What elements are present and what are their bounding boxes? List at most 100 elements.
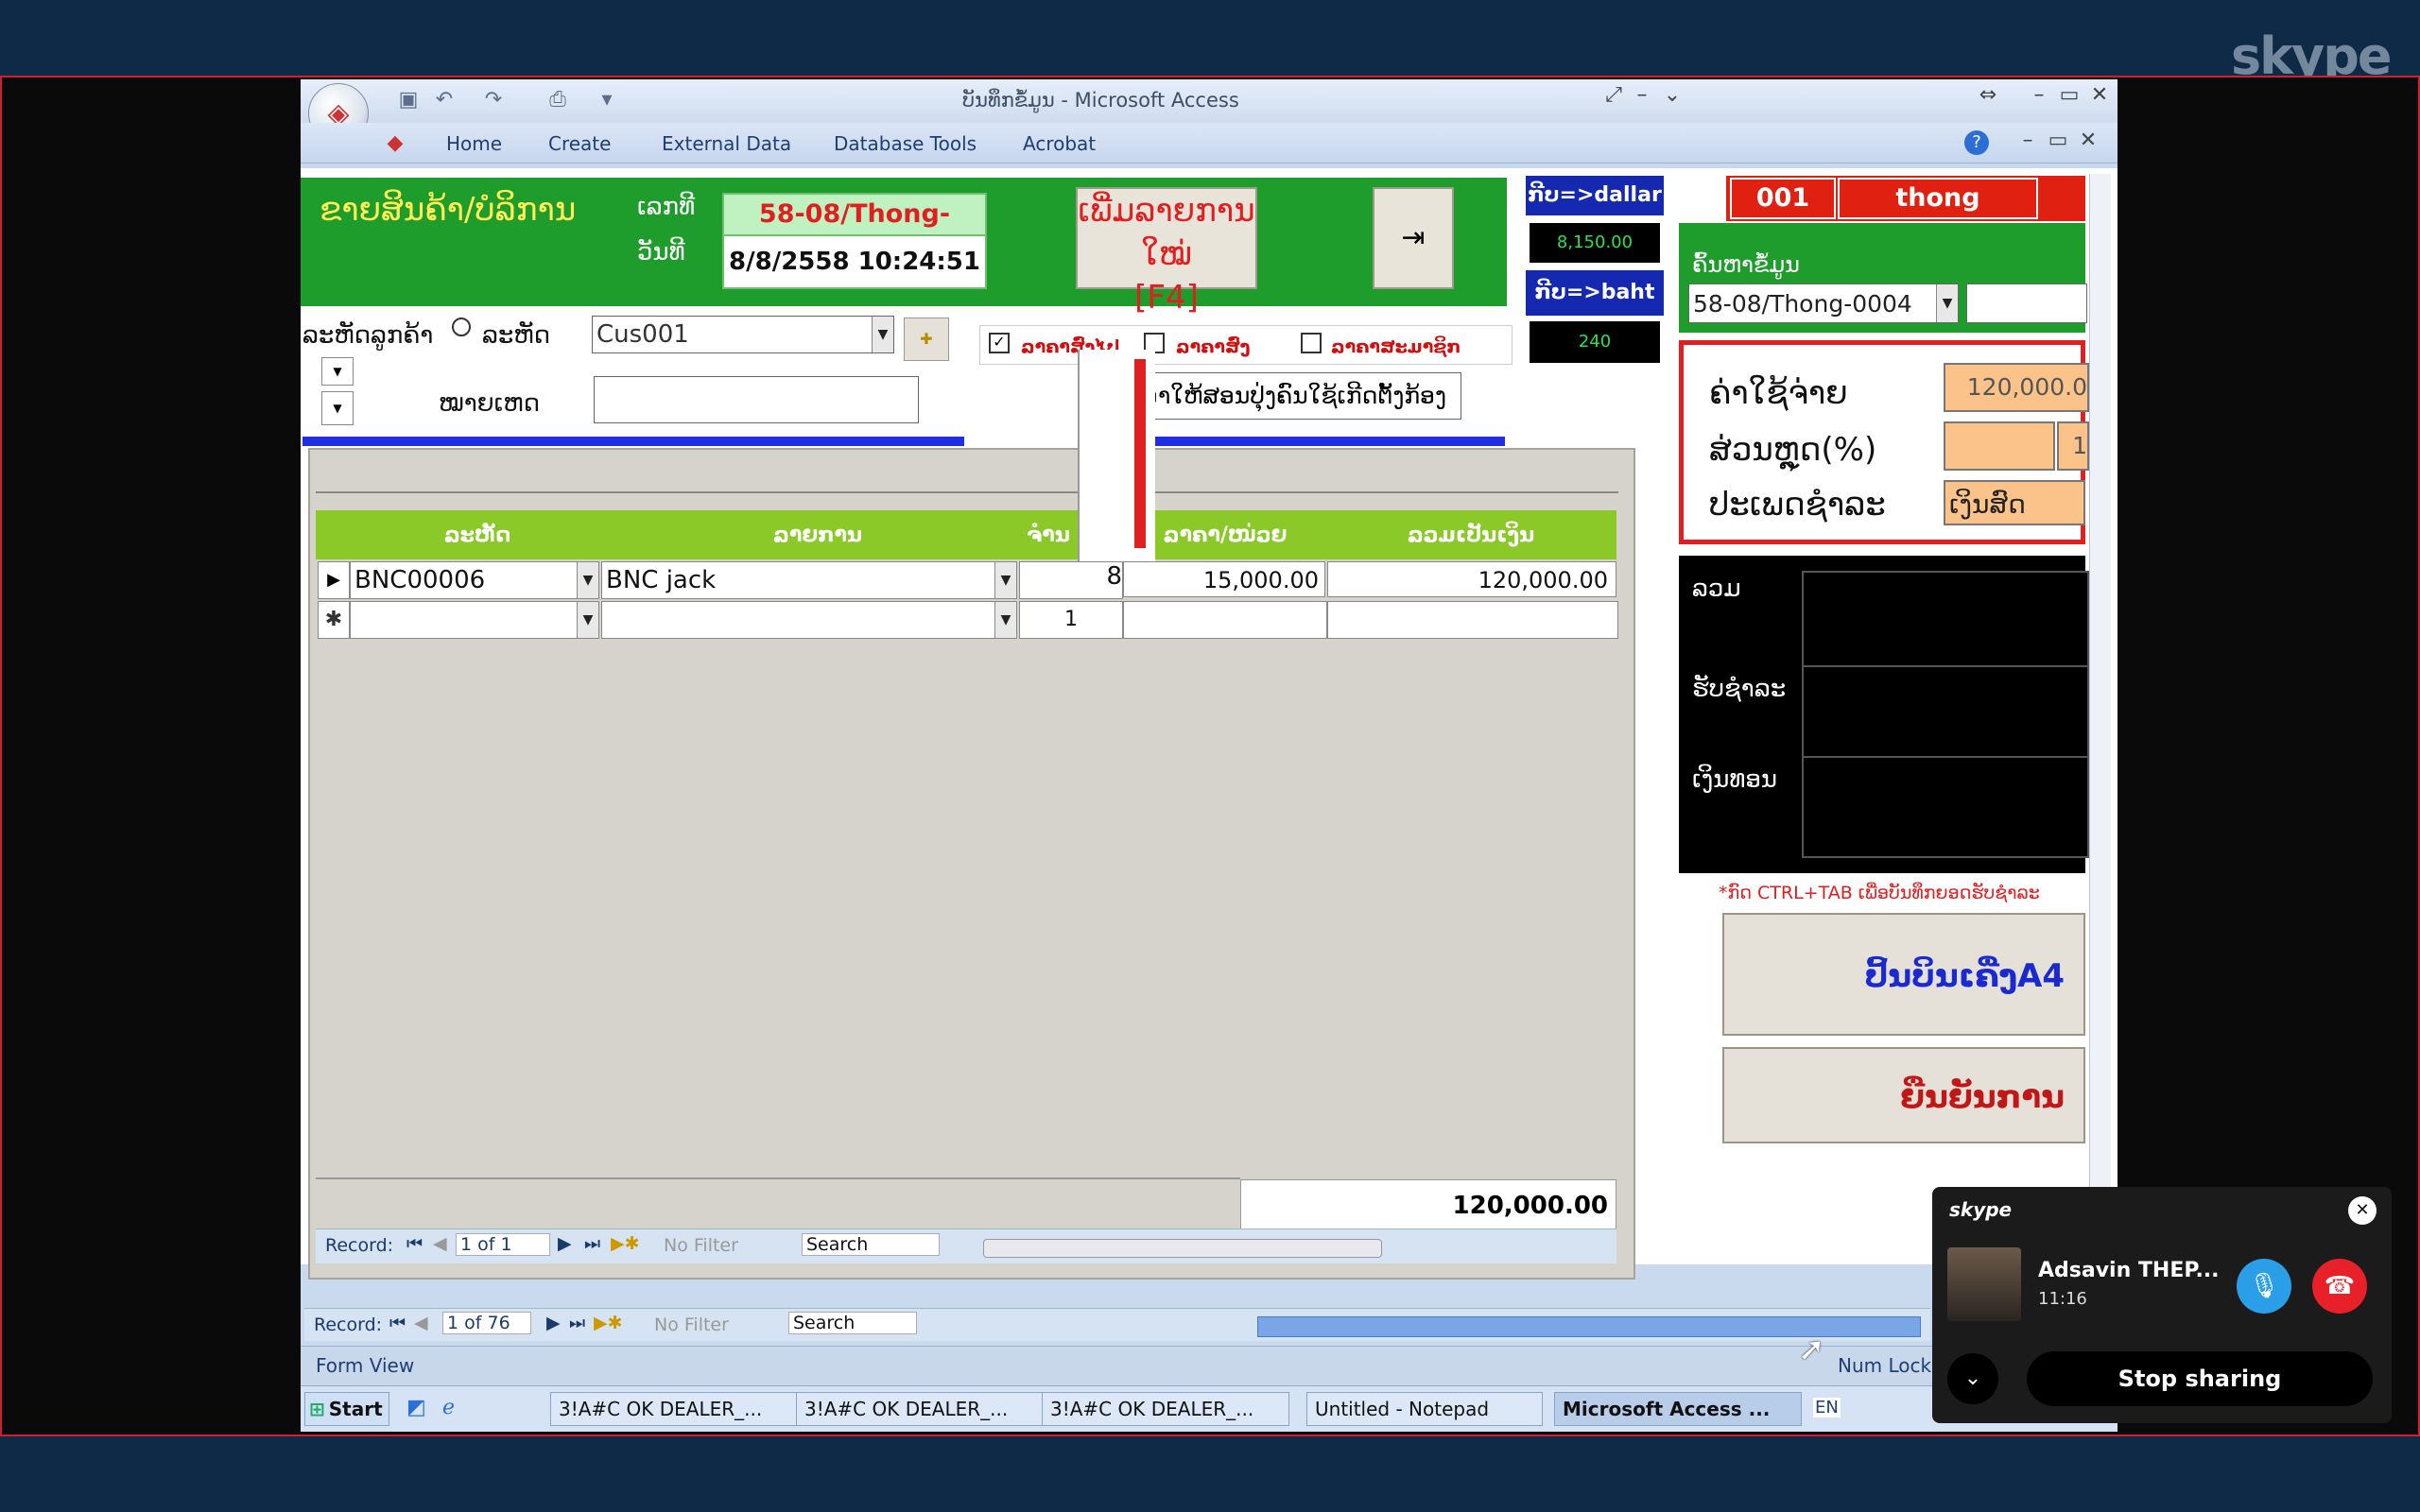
save-icon[interactable]: ▣ bbox=[395, 87, 422, 113]
redo-icon[interactable]: ↷ bbox=[480, 87, 507, 113]
prev-record-icon[interactable]: ◀ bbox=[433, 1233, 447, 1254]
row-selector-new[interactable]: ✱ bbox=[318, 601, 350, 639]
skype-popup-logo: skype bbox=[1949, 1198, 2013, 1221]
hint-field[interactable]: ອໍາໃຫ້ສອນປຸ່ງຄົນໃຊ້ເກີດຕັ້ງກ້ອງ bbox=[1142, 372, 1461, 420]
lookup-combo[interactable]: 58-08/Thong-0004 ▼ bbox=[1688, 284, 1959, 323]
table-row[interactable]: BNC00006 ▼ bbox=[350, 561, 599, 599]
main-first-record-icon[interactable]: ⏮ bbox=[389, 1313, 406, 1333]
chevron-down-icon[interactable]: ▼ bbox=[577, 602, 598, 638]
new-total-cell[interactable] bbox=[1327, 601, 1618, 639]
new-record-icon[interactable]: ▶✱ bbox=[611, 1233, 640, 1254]
microphone-icon[interactable]: 🎙 bbox=[2237, 1259, 2291, 1314]
price-retail-checkbox[interactable]: ✓ bbox=[989, 333, 1010, 353]
price-member-checkbox[interactable] bbox=[1301, 333, 1322, 353]
last-record-icon[interactable]: ⏭ bbox=[584, 1233, 600, 1254]
document-number-field[interactable]: 58-08/Thong-0004 bbox=[722, 193, 987, 268]
taskbar-item-access[interactable]: Microsoft Access ... bbox=[1554, 1392, 1802, 1426]
tab-database-tools[interactable]: Database Tools bbox=[834, 132, 977, 155]
main-record-position[interactable]: 1 of 76 bbox=[442, 1312, 531, 1334]
chevron-down-icon[interactable]: ▼ bbox=[994, 562, 1016, 598]
tab-external-data[interactable]: External Data bbox=[662, 132, 791, 155]
main-no-filter-button[interactable]: No Filter bbox=[654, 1314, 729, 1335]
tab-acrobat[interactable]: Acrobat bbox=[1023, 132, 1096, 155]
search-input[interactable]: Search bbox=[802, 1233, 940, 1256]
no-filter-button[interactable]: No Filter bbox=[664, 1235, 738, 1256]
print-a4-button[interactable]: ປິ້ນບິນເຄື່ງA4 bbox=[1722, 913, 2085, 1036]
taskbar-item-dealer-3[interactable]: 3!A#C OK DEALER_... bbox=[1042, 1392, 1289, 1426]
show-desktop-icon[interactable]: ◩ bbox=[406, 1396, 426, 1419]
table-row[interactable]: ▼ bbox=[350, 601, 599, 639]
ribbon-chevron-icon[interactable]: ⌄ bbox=[1658, 83, 1686, 112]
lookup-extra-field[interactable] bbox=[1966, 284, 2087, 323]
add-customer-button[interactable]: ✚ bbox=[904, 318, 949, 361]
popup-close-icon[interactable]: ✕ bbox=[2348, 1196, 2377, 1225]
next-record-icon[interactable]: ▶ bbox=[558, 1233, 572, 1254]
chevron-down-icon[interactable]: ▼ bbox=[1936, 284, 1958, 322]
start-button[interactable]: ⊞ Start bbox=[304, 1392, 389, 1426]
sum-field[interactable] bbox=[1802, 571, 2089, 669]
language-indicator[interactable]: EN bbox=[1813, 1398, 1841, 1418]
ie-icon[interactable]: ℯ bbox=[442, 1396, 455, 1419]
horizontal-scrollbar[interactable] bbox=[983, 1239, 1382, 1258]
resize-icon[interactable]: ⇔ bbox=[1974, 83, 2002, 112]
undo-icon[interactable]: ↶ bbox=[431, 87, 458, 113]
chevron-down-icon[interactable]: ▼ bbox=[872, 317, 893, 352]
record-position[interactable]: 1 of 1 bbox=[456, 1233, 550, 1256]
row-selector-current[interactable]: ▶ bbox=[318, 561, 350, 599]
doc-minimize-icon[interactable]: – bbox=[2014, 129, 2042, 157]
rate-dollar-value[interactable]: 8,150.00 bbox=[1530, 223, 1660, 263]
employee-code[interactable]: 001 bbox=[1730, 178, 1836, 219]
document-date-field[interactable]: 8/8/2558 10:24:51 bbox=[722, 234, 987, 289]
paid-field[interactable] bbox=[1802, 665, 2089, 760]
print-preview-icon[interactable]: ⎙ bbox=[544, 87, 571, 113]
discount-percent-field[interactable]: 1 bbox=[2057, 421, 2089, 471]
first-record-icon[interactable]: ⏮ bbox=[406, 1233, 423, 1254]
maximize-icon[interactable]: ▭ bbox=[2055, 83, 2083, 112]
new-entry-button[interactable]: ເພີ່ມລາຍການໃໝ່ [F4] bbox=[1076, 187, 1257, 317]
ribbon-restore-icon[interactable]: ⤢ bbox=[1599, 83, 1628, 112]
ribbon-minimize-icon[interactable]: – bbox=[1628, 83, 1656, 112]
new-item-cell[interactable]: ▼ bbox=[601, 601, 1017, 639]
taskbar-item-notepad[interactable]: Untitled - Notepad bbox=[1306, 1392, 1543, 1426]
minimize-icon[interactable]: – bbox=[2025, 83, 2053, 112]
new-qty-cell[interactable]: 1 bbox=[1019, 601, 1123, 639]
employee-name[interactable]: thong bbox=[1838, 178, 2038, 219]
confirm-button[interactable]: ຍືນຍັນການ bbox=[1722, 1047, 2085, 1143]
rate-baht-value[interactable]: 240 bbox=[1530, 321, 1660, 363]
doc-close-icon[interactable]: ✕ bbox=[2074, 129, 2102, 157]
combo-arrow-1[interactable]: ▼ bbox=[321, 357, 354, 386]
main-next-record-icon[interactable]: ▶ bbox=[546, 1313, 561, 1333]
hang-up-icon[interactable]: ☎ bbox=[2312, 1259, 2367, 1314]
main-last-record-icon[interactable]: ⏭ bbox=[569, 1313, 585, 1333]
taskbar-item-dealer-2[interactable]: 3!A#C OK DEALER_... bbox=[796, 1392, 1044, 1426]
row1-price-cell[interactable]: 15,000.00 bbox=[1123, 561, 1325, 597]
chevron-down-icon[interactable]: ▼ bbox=[994, 602, 1016, 638]
stop-sharing-button[interactable]: Stop sharing bbox=[2027, 1351, 2373, 1406]
exit-button[interactable]: ⇥ bbox=[1373, 187, 1454, 289]
customer-code-combo[interactable]: Cus001 ▼ bbox=[592, 316, 894, 353]
chevron-down-icon[interactable]: ▼ bbox=[577, 562, 598, 598]
customize-qat-icon[interactable]: ▾ bbox=[594, 87, 620, 113]
help-icon[interactable]: ? bbox=[1964, 130, 1989, 155]
close-icon[interactable]: ✕ bbox=[2085, 83, 2114, 112]
row1-total-cell[interactable]: 120,000.00 bbox=[1327, 561, 1616, 597]
change-field[interactable] bbox=[1802, 756, 2089, 858]
vertical-scrollbar[interactable] bbox=[2089, 174, 2111, 1263]
taskbar-item-dealer-1[interactable]: 3!A#C OK DEALER_... bbox=[550, 1392, 798, 1426]
main-new-record-icon[interactable]: ▶✱ bbox=[594, 1313, 623, 1333]
combo-arrow-2[interactable]: ▼ bbox=[321, 391, 354, 425]
tab-create[interactable]: Create bbox=[548, 132, 611, 155]
main-prev-record-icon[interactable]: ◀ bbox=[414, 1313, 428, 1333]
doc-restore-icon[interactable]: ▭ bbox=[2044, 129, 2072, 157]
row1-qty-cell[interactable]: 8 bbox=[1019, 561, 1123, 599]
expense-value[interactable]: 120,000.0 bbox=[1944, 363, 2089, 412]
new-price-cell[interactable] bbox=[1123, 601, 1327, 639]
chevron-down-icon[interactable]: ⌄ bbox=[1947, 1353, 1998, 1404]
row1-item-cell[interactable]: BNC jack ▼ bbox=[601, 561, 1017, 599]
tab-home[interactable]: Home bbox=[446, 132, 502, 155]
customer-code-radio[interactable] bbox=[452, 318, 471, 336]
discount-amount-field[interactable] bbox=[1944, 421, 2055, 471]
note-field[interactable] bbox=[594, 376, 919, 423]
main-search-input[interactable]: Search bbox=[788, 1312, 917, 1334]
paytype-value[interactable]: ເງິນສົດ bbox=[1944, 480, 2085, 525]
